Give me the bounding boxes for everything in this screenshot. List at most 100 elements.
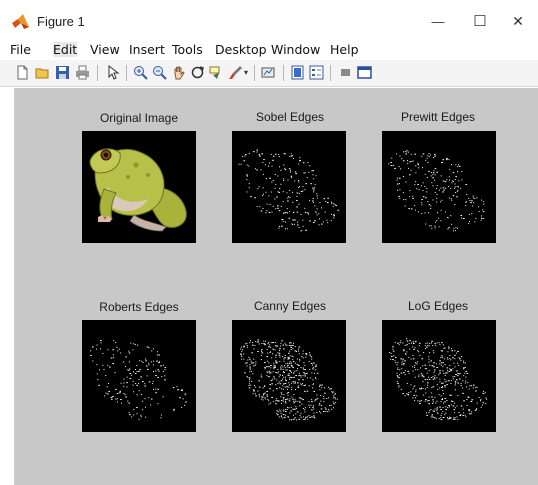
edge-pixel [431,340,433,342]
print-button[interactable] [74,64,91,81]
title-bar[interactable]: Figure 1 — ☐ ✕ [0,0,538,38]
save-button[interactable] [54,64,71,81]
menu-view[interactable]: View [90,42,120,57]
edge-pixel [434,375,436,377]
edge-pixel [282,409,284,411]
show-plot-tools-button[interactable] [356,64,373,81]
data-cursor-button[interactable] [208,64,225,81]
sobel-edges-axes[interactable] [232,131,346,243]
edge-pixel [304,407,306,409]
menu-window[interactable]: Window [271,42,320,57]
edge-pixel [266,366,268,368]
edge-pixel [270,346,272,348]
edge-pixel [128,352,131,354]
edge-pixel [289,355,291,357]
pan-button[interactable] [170,64,187,81]
edge-pixel [446,159,448,161]
zoom-out-button[interactable] [151,64,168,81]
edge-pixel [436,363,438,365]
edge-pixel [397,376,399,378]
edge-pixel [125,396,127,398]
zoom-in-button[interactable] [132,64,149,81]
edge-pixel [414,385,416,387]
edge-pixel [441,382,443,384]
colorbar-button[interactable] [289,64,306,81]
edge-pixel [287,200,289,202]
edge-pixel [268,366,270,368]
edge-pixel [292,211,295,213]
edge-pixel [427,344,429,346]
edge-pixel [439,406,441,408]
menu-edit[interactable]: Edit [53,42,78,57]
edge-pixel [442,416,445,418]
close-button[interactable]: ✕ [498,8,538,34]
edge-pixel [289,419,291,421]
edge-pixel [456,416,458,418]
edge-pixel [438,226,440,228]
edge-pixel [278,352,281,354]
minimize-button[interactable]: — [418,8,458,34]
edge-pixel [127,369,129,371]
maximize-button[interactable]: ☐ [460,8,500,34]
edge-pixel [138,418,140,420]
edge-pixel [114,372,116,374]
edge-pixel [312,368,314,370]
edge-pixel [428,370,430,372]
pointer-button[interactable] [104,64,121,81]
edge-pixel [426,346,428,348]
edge-pixel [415,389,417,391]
panel-title-original: Original Image [99,111,179,125]
prewitt-edges-axes[interactable] [382,131,496,243]
edge-pixel [454,350,456,352]
edge-pixel [459,358,461,360]
edge-pixel [463,217,465,219]
original-image-axes[interactable] [82,131,196,243]
log-edges-axes[interactable] [382,320,496,432]
edge-pixel [454,186,456,188]
edge-pixel [255,340,257,342]
edge-pixel [136,407,138,409]
canny-edges-axes[interactable] [232,320,346,432]
legend-button[interactable] [308,64,325,81]
edge-pixel [456,405,458,407]
new-figure-icon [17,65,28,80]
edge-pixel [282,385,284,387]
edge-pixel [308,171,310,173]
menu-file[interactable]: File [10,42,31,57]
edge-pixel [310,404,312,406]
edge-pixel [241,356,243,358]
edge-pixel [424,368,426,370]
edge-pixel [304,172,306,174]
edge-pixel [136,413,138,415]
edge-pixel [314,220,316,222]
menu-tools[interactable]: Tools [172,42,203,57]
edge-pixel [278,154,280,156]
edge-pixel [281,225,283,227]
edge-pixel [126,386,128,388]
menu-insert[interactable]: Insert [129,42,165,57]
edge-pixel [452,230,454,232]
edge-pixel [408,372,410,374]
open-file-button[interactable] [34,64,51,81]
edge-pixel [248,377,251,379]
edge-pixel [240,354,242,356]
menu-help[interactable]: Help [330,42,359,57]
rotate-button[interactable] [189,64,206,81]
menu-desktop[interactable]: Desktop [215,42,267,57]
edge-pixel [413,394,416,396]
brush-dropdown[interactable]: ▾ [242,64,250,81]
roberts-edges-axes[interactable] [82,320,196,432]
edge-pixel [412,346,414,348]
edge-pixel [290,345,292,347]
edge-pixel [417,350,419,352]
edge-pixel [314,399,317,401]
edge-pixel [455,176,457,178]
edge-pixel [282,414,285,416]
new-figure-button[interactable] [14,64,31,81]
hide-plot-tools-button[interactable] [337,64,354,81]
edge-pixel [430,172,432,174]
edge-pixel [473,202,475,204]
link-plot-button[interactable] [260,64,277,81]
edge-pixel [455,192,457,194]
edge-pixel [422,374,424,376]
